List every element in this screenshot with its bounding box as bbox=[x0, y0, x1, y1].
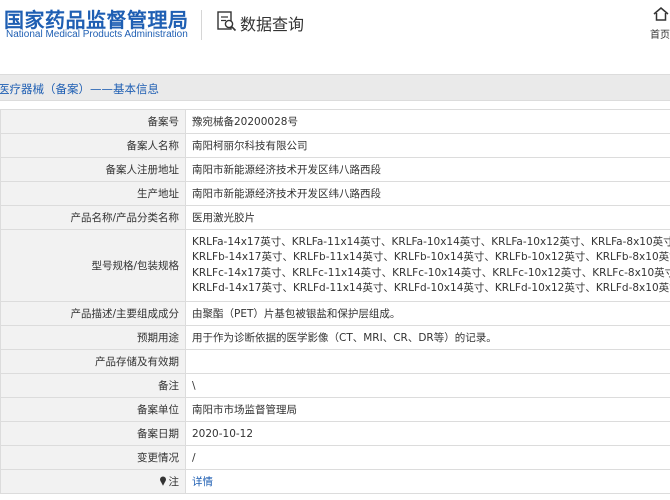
table-row: 注 详情 bbox=[0, 469, 670, 494]
table-row: 生产地址 南阳市新能源经济技术开发区纬八路西段 bbox=[0, 181, 670, 206]
row-value: 详情 bbox=[185, 469, 670, 494]
note-label-cell: 注 bbox=[0, 469, 186, 494]
row-label: 变更情况 bbox=[0, 445, 186, 470]
data-query-icon bbox=[217, 11, 237, 32]
table-row: 备注 \ bbox=[0, 373, 670, 398]
row-value: 南阳市新能源经济技术开发区纬八路西段 bbox=[185, 181, 670, 206]
table-row: 备案日期 2020-10-12 bbox=[0, 421, 670, 446]
row-label: 预期用途 bbox=[0, 325, 186, 350]
site-header: 国家药品监督管理局 National Medical Products Admi… bbox=[0, 0, 670, 62]
home-link[interactable]: 首页 bbox=[648, 4, 670, 44]
table-row: 备案人注册地址 南阳市新能源经济技术开发区纬八路西段 bbox=[0, 157, 670, 182]
table-row: 产品描述/主要组成成分 由聚酯（PET）片基包被银盐和保护层组成。 bbox=[0, 301, 670, 326]
table-row: 型号规格/包装规格 KRLFa-14x17英寸、KRLFa-11x14英寸、KR… bbox=[0, 229, 670, 302]
details-link[interactable]: 详情 bbox=[192, 476, 213, 488]
table-row: 产品存储及有效期 bbox=[0, 349, 670, 374]
row-label: 备案日期 bbox=[0, 421, 186, 446]
spec-line: KRLFa-14x17英寸、KRLFa-11x14英寸、KRLFa-10x14英… bbox=[192, 235, 670, 248]
row-value: 南阳柯丽尔科技有限公司 bbox=[185, 133, 670, 158]
row-value: 由聚酯（PET）片基包被银盐和保护层组成。 bbox=[185, 301, 670, 326]
section-header: 医疗器械（备案）——基本信息 bbox=[0, 74, 670, 101]
row-label: 备案人注册地址 bbox=[0, 157, 186, 182]
table-row: 备案单位 南阳市市场监督管理局 bbox=[0, 397, 670, 422]
section-title: 医疗器械（备案）——基本信息 bbox=[0, 82, 159, 96]
row-label: 产品名称/产品分类名称 bbox=[0, 205, 186, 230]
spec-line: KRLFd-14x17英寸、KRLFd-11x14英寸、KRLFd-10x14英… bbox=[192, 282, 670, 294]
table-row: 备案人名称 南阳柯丽尔科技有限公司 bbox=[0, 133, 670, 158]
data-query-title: 数据查询 bbox=[240, 15, 305, 34]
device-info-table: 备案号 豫宛械备20200028号 备案人名称 南阳柯丽尔科技有限公司 备案人注… bbox=[0, 109, 670, 494]
row-label: 产品描述/主要组成成分 bbox=[0, 301, 186, 326]
row-value: 医用激光胶片 bbox=[185, 205, 670, 230]
spec-value: KRLFa-14x17英寸、KRLFa-11x14英寸、KRLFa-10x14英… bbox=[185, 229, 670, 302]
row-value: 用于作为诊断依据的医学影像（CT、MRI、CR、DR等）的记录。 bbox=[185, 325, 670, 350]
pin-icon bbox=[159, 476, 166, 486]
row-value: 南阳市市场监督管理局 bbox=[185, 397, 670, 422]
row-value: 2020-10-12 bbox=[185, 421, 670, 446]
table-row: 产品名称/产品分类名称 医用激光胶片 bbox=[0, 205, 670, 230]
row-label: 注 bbox=[168, 476, 180, 488]
row-label: 产品存储及有效期 bbox=[0, 349, 186, 374]
row-value: 南阳市新能源经济技术开发区纬八路西段 bbox=[185, 157, 670, 182]
row-value: / bbox=[185, 445, 670, 470]
table-row: 备案号 豫宛械备20200028号 bbox=[0, 109, 670, 134]
row-label: 备案人名称 bbox=[0, 133, 186, 158]
row-label: 备注 bbox=[0, 373, 186, 398]
row-value: \ bbox=[185, 373, 670, 398]
home-label: 首页 bbox=[650, 30, 670, 41]
row-label: 备案单位 bbox=[0, 397, 186, 422]
spec-line: KRLFb-14x17英寸、KRLFb-11x14英寸、KRLFb-10x14英… bbox=[192, 251, 670, 263]
home-icon bbox=[653, 7, 669, 21]
row-label: 型号规格/包装规格 bbox=[0, 229, 186, 302]
table-row: 变更情况 / bbox=[0, 445, 670, 470]
row-label: 备案号 bbox=[0, 109, 186, 134]
row-value: 豫宛械备20200028号 bbox=[185, 109, 670, 134]
row-label: 生产地址 bbox=[0, 181, 186, 206]
row-value bbox=[185, 349, 670, 374]
table-row: 预期用途 用于作为诊断依据的医学影像（CT、MRI、CR、DR等）的记录。 bbox=[0, 325, 670, 350]
site-logo-en[interactable]: National Medical Products Administration bbox=[6, 29, 188, 40]
header-divider bbox=[201, 10, 202, 40]
spec-line: KRLFc-14x17英寸、KRLFc-11x14英寸、KRLFc-10x14英… bbox=[192, 266, 670, 279]
